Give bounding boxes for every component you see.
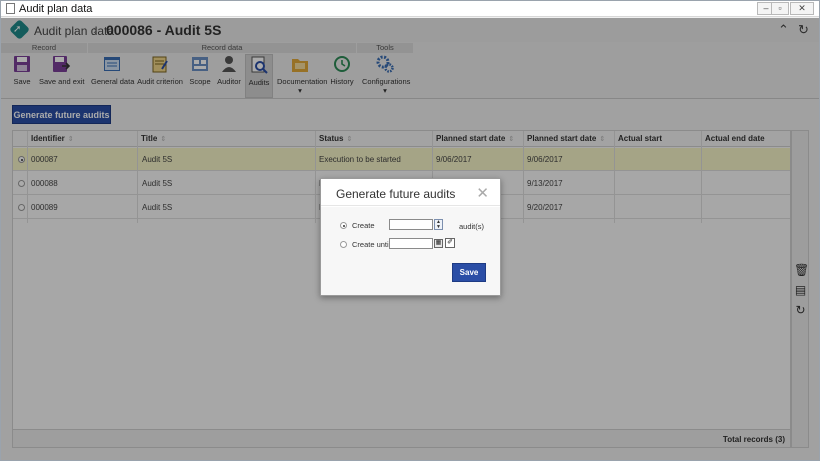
save-button[interactable]: Save [452,263,486,282]
generate-future-audits-dialog: Generate future audits ✕ Create ▲ ▼ audit… [320,178,501,296]
create-radio[interactable] [340,222,347,229]
document-icon [6,3,15,14]
clear-icon[interactable]: ✐ [445,238,455,248]
dialog-header: Generate future audits ✕ [321,179,500,206]
create-until-label: Create until [352,240,391,249]
title-bar: Audit plan data – ▫ ✕ [1,1,819,17]
close-icon[interactable]: ✕ [476,184,489,202]
app-window: Audit plan data – ▫ ✕ ➚ Audit plan data … [0,0,820,461]
create-label: Create [352,221,375,230]
audits-unit-label: audit(s) [459,222,485,231]
create-until-radio[interactable] [340,241,347,248]
dialog-body: Create ▲ ▼ audit(s) Create until ▦ ✐ Save [321,207,500,295]
close-window-button[interactable]: ✕ [790,2,814,15]
create-until-date-input[interactable] [389,238,433,249]
stepper-icon[interactable]: ▲ ▼ [434,219,443,230]
restore-button[interactable]: ▫ [771,2,789,15]
calendar-icon[interactable]: ▦ [434,239,443,248]
window-title: Audit plan data [19,3,93,15]
dialog-title: Generate future audits [336,187,456,201]
create-count-input[interactable] [389,219,433,230]
